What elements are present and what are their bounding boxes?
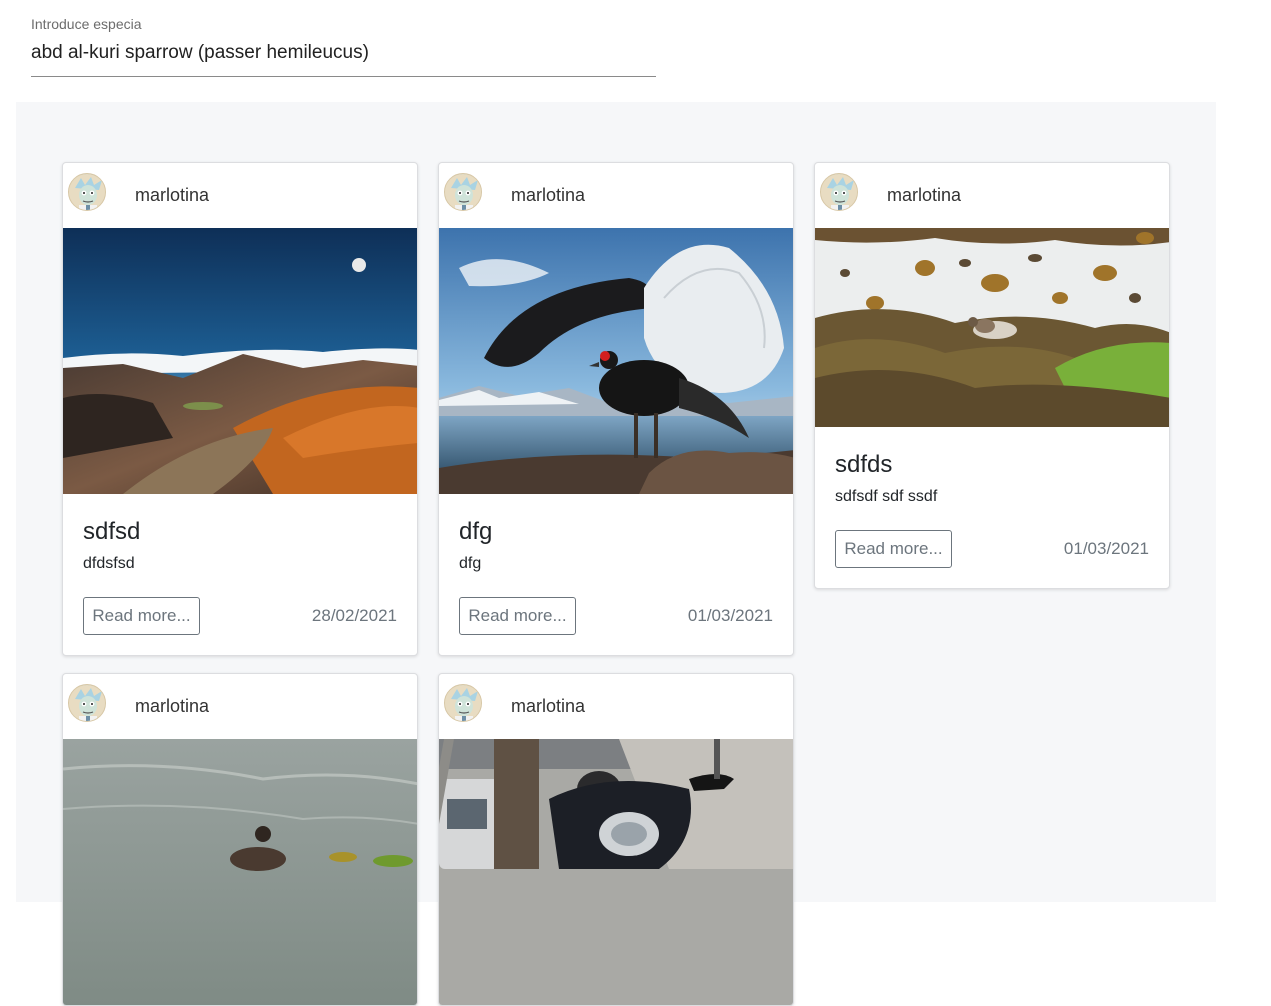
author-name[interactable]: marlotina [135,696,209,717]
avatar[interactable] [68,173,106,211]
post-card: marlotina [62,673,418,1006]
species-search-input[interactable] [31,39,656,67]
post-card: marlotina [814,162,1170,589]
post-date: 28/02/2021 [311,606,397,625]
avatar[interactable] [68,684,106,722]
author-name[interactable]: marlotina [887,185,961,206]
post-image-volcanic-crater [63,228,417,494]
author-name[interactable]: marlotina [511,185,585,206]
card-header: marlotina [63,163,417,228]
read-more-button[interactable]: Read more... [83,597,200,635]
post-image-black-grouse [439,228,793,494]
post-image-duck-water [63,739,417,1005]
post-text: dfg [459,555,482,572]
post-title: sdfds [835,451,893,478]
post-card: marlotina [62,162,418,656]
avatar[interactable] [820,173,858,211]
post-feed: marlotina sdfsd dfdsfsd Read more... 28/… [16,102,1216,1006]
post-card: marlotina [438,162,794,656]
card-footer: Read more... 01/03/2021 [835,530,1149,568]
card-header: marlotina [439,674,793,739]
avatar[interactable] [444,684,482,722]
card-body: sdfds sdfsdf sdf ssdf Read more... 01/03… [815,451,1169,568]
post-date: 01/03/2021 [1063,539,1149,558]
avatar[interactable] [444,173,482,211]
species-search-field[interactable]: Introduce especia [31,15,656,77]
card-body: sdfsd dfdsfsd Read more... 28/02/2021 [63,518,417,635]
read-more-button[interactable]: Read more... [459,597,576,635]
author-name[interactable]: marlotina [135,185,209,206]
post-card: marlotina [438,673,794,1006]
author-name[interactable]: marlotina [511,696,585,717]
card-body: dfg dfg Read more... 01/03/2021 [439,518,793,635]
card-footer: Read more... 28/02/2021 [83,597,397,635]
post-text: sdfsdf sdf ssdf [835,488,938,505]
post-image-motorcycle-street [439,739,793,1005]
card-header: marlotina [439,163,793,228]
post-title: sdfsd [83,518,141,545]
card-header: marlotina [63,674,417,739]
post-text: dfdsfsd [83,555,135,572]
post-image-sandpiper-seaweed [815,228,1169,427]
card-footer: Read more... 01/03/2021 [459,597,773,635]
read-more-button[interactable]: Read more... [835,530,952,568]
species-search-label: Introduce especia [31,16,142,32]
post-title: dfg [459,518,493,545]
post-date: 01/03/2021 [687,606,773,625]
card-header: marlotina [815,163,1169,228]
